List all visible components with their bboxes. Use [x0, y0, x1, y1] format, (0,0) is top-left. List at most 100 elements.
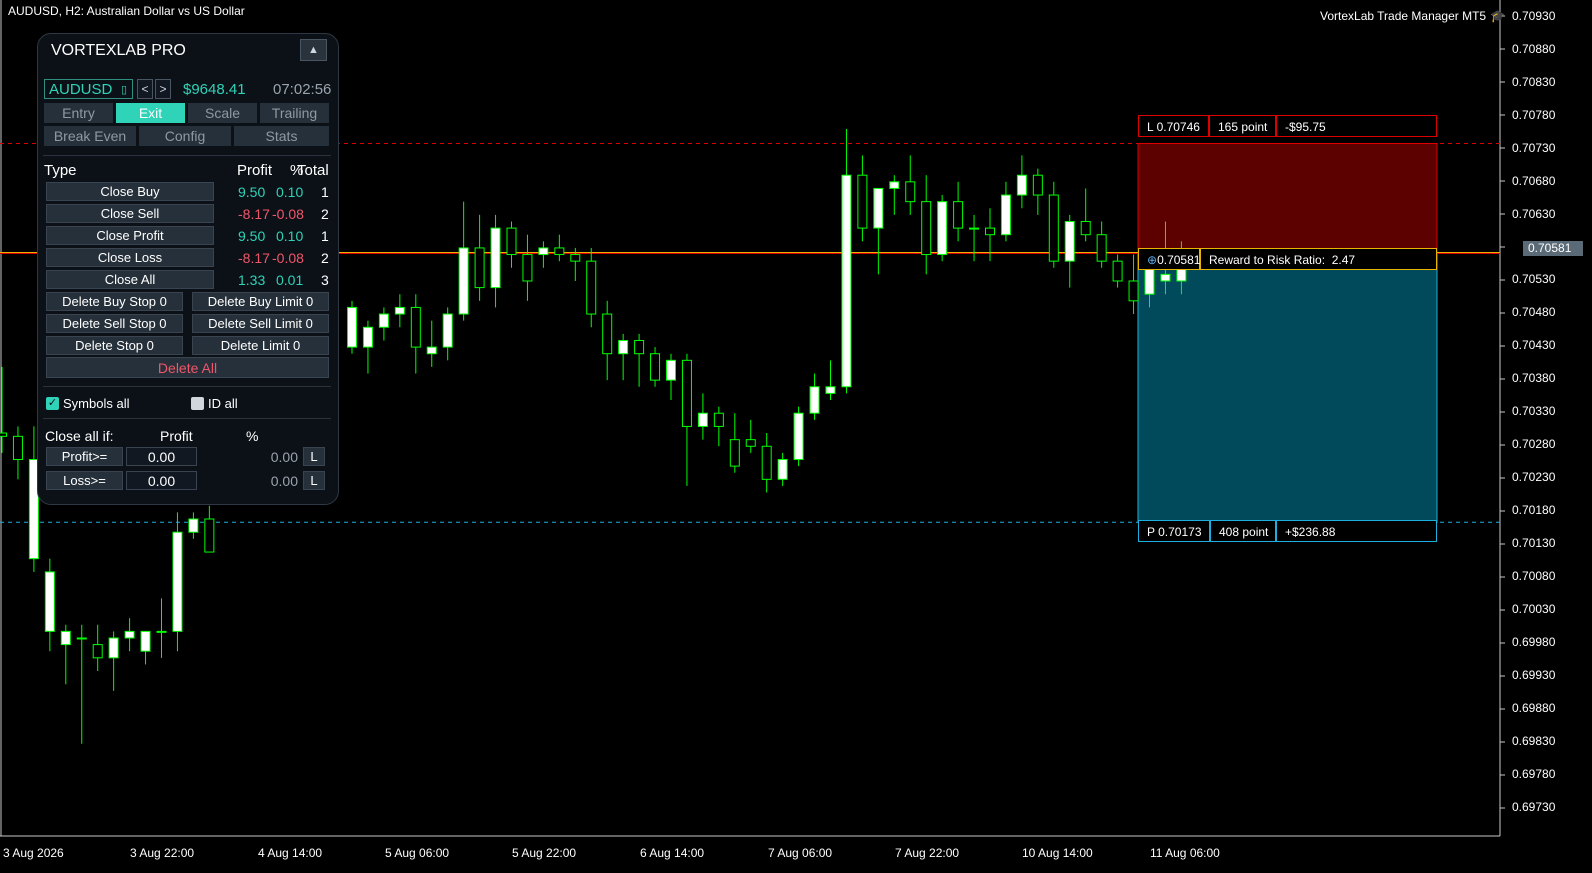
candle-body — [124, 630, 135, 639]
close-all-if-label: Close all if: — [45, 428, 114, 444]
symbols-all-checkbox[interactable]: ✓ — [46, 397, 59, 410]
profit-threshold-input[interactable]: 0.00 — [126, 447, 197, 466]
take-profit-points-label: 408 point — [1210, 520, 1276, 542]
candle-body — [1016, 174, 1027, 196]
candle-body — [1064, 220, 1075, 262]
candle-body — [857, 174, 868, 229]
row-pct-value: -0.08 — [272, 206, 304, 222]
candle-body — [777, 458, 788, 480]
candle-body — [172, 531, 183, 632]
delete-all-button[interactable]: Delete All — [46, 357, 329, 378]
time-tick-label: 7 Aug 22:00 — [895, 846, 960, 860]
close-profit-header: Profit — [160, 428, 193, 444]
candle-body — [188, 518, 199, 533]
next-symbol-button[interactable]: > — [155, 79, 171, 99]
price-tick-label: 0.69880 — [1512, 701, 1556, 715]
price-tick-label: 0.70080 — [1512, 569, 1556, 583]
price-tick-label: 0.70330 — [1512, 404, 1556, 418]
candle-body — [953, 201, 964, 229]
dropdown-icon: ▯ — [120, 84, 127, 96]
candle-body — [1000, 194, 1011, 236]
candle-body — [586, 260, 597, 315]
trade-manager-panel: VORTEXLAB PRO ▲ AUDUSD ▯ < > $9648.41 07:… — [37, 33, 339, 505]
candle-body — [793, 412, 804, 460]
prev-symbol-button[interactable]: < — [137, 79, 153, 99]
price-tick-label: 0.70480 — [1512, 305, 1556, 319]
time-tick-label: 10 Aug 14:00 — [1022, 846, 1093, 860]
close-row-button[interactable]: Close Profit — [46, 226, 214, 245]
entry-price-value: 0.70581 — [1157, 253, 1201, 267]
candle-body — [442, 313, 453, 348]
tab-stats[interactable]: Stats — [234, 126, 329, 146]
candle-body — [1128, 280, 1139, 302]
profit-lock-button[interactable]: L — [303, 447, 325, 466]
delete-stop-button[interactable]: Delete Stop 0 — [46, 336, 183, 355]
candle-body — [156, 630, 167, 633]
candle-body — [841, 174, 852, 388]
candle-body — [729, 439, 740, 467]
candle-body — [140, 630, 151, 652]
tab-scale[interactable]: Scale — [188, 103, 257, 123]
price-tick-label: 0.70830 — [1512, 75, 1556, 89]
loss-pct-value: 0.00 — [270, 473, 298, 489]
row-profit-value: 1.33 — [238, 272, 266, 288]
tab-exit[interactable]: Exit — [116, 103, 185, 123]
delete-sell-limit-button[interactable]: Delete Sell Limit 0 — [192, 314, 329, 333]
tab-trailing[interactable]: Trailing — [260, 103, 329, 123]
row-total-value: 2 — [321, 206, 329, 222]
candle-body — [0, 432, 7, 437]
row-profit-value: 9.50 — [238, 184, 266, 200]
collapse-button[interactable]: ▲ — [300, 39, 327, 61]
candle-body — [204, 518, 215, 553]
tab-break-even[interactable]: Break Even — [44, 126, 136, 146]
tab-entry[interactable]: Entry — [44, 103, 113, 123]
candle-body — [522, 254, 533, 282]
price-tick-label: 0.70530 — [1512, 272, 1556, 286]
candle-body — [1048, 194, 1059, 262]
id-all-checkbox[interactable] — [191, 397, 204, 410]
tab-config[interactable]: Config — [139, 126, 231, 146]
server-clock: 07:02:56 — [273, 81, 332, 98]
stop-loss-money-label: -$95.75 — [1276, 115, 1437, 137]
candle-body — [1096, 234, 1107, 262]
close-row-button[interactable]: Close All — [46, 270, 214, 289]
loss-threshold-input[interactable]: 0.00 — [126, 471, 197, 490]
divider — [43, 155, 331, 156]
time-tick-label: 3 Aug 2026 — [3, 846, 64, 860]
candle-body — [1080, 220, 1091, 236]
profit-rule-button[interactable]: Profit>= — [46, 447, 123, 466]
candle-body — [1032, 174, 1043, 196]
row-pct-value: 0.10 — [276, 228, 304, 244]
delete-sell-stop-button[interactable]: Delete Sell Stop 0 — [46, 314, 183, 333]
reward-risk-text: Reward to Risk Ratio: — [1209, 253, 1326, 267]
candle-body — [1160, 273, 1171, 282]
time-tick-label: 4 Aug 14:00 — [258, 846, 323, 860]
candle-body — [426, 346, 437, 355]
divider — [43, 386, 331, 387]
row-pct-value: 0.01 — [276, 272, 304, 288]
close-row-button[interactable]: Close Sell — [46, 204, 214, 223]
panel-title: VORTEXLAB PRO — [51, 42, 186, 59]
take-profit-price-label[interactable]: P 0.70173 — [1138, 520, 1210, 542]
candle-body — [634, 339, 645, 355]
brand-label: VortexLab Trade Manager MT5 🎓 — [1320, 9, 1505, 23]
column-type-header: Type — [44, 162, 77, 179]
stop-loss-price-label[interactable]: L 0.70746 — [1138, 115, 1209, 137]
close-row-button[interactable]: Close Loss — [46, 248, 214, 267]
delete-buy-stop-button[interactable]: Delete Buy Stop 0 — [46, 292, 183, 311]
candle-body — [394, 306, 405, 315]
row-total-value: 3 — [321, 272, 329, 288]
candle-body — [745, 439, 756, 447]
delete-limit-button[interactable]: Delete Limit 0 — [192, 336, 329, 355]
entry-price-label[interactable]: ⊕0.70581 — [1138, 248, 1200, 270]
symbol-selector[interactable]: AUDUSD ▯ — [44, 79, 133, 99]
drag-handle-icon[interactable]: ⊕ — [1147, 253, 1157, 267]
delete-buy-limit-button[interactable]: Delete Buy Limit 0 — [192, 292, 329, 311]
candle-body — [713, 412, 724, 427]
take-profit-zone — [1137, 252, 1438, 523]
loss-lock-button[interactable]: L — [303, 471, 325, 490]
loss-rule-button[interactable]: Loss>= — [46, 471, 123, 490]
column-profit-header: Profit — [237, 162, 273, 179]
close-row-button[interactable]: Close Buy — [46, 182, 214, 201]
candle-body — [378, 313, 389, 328]
